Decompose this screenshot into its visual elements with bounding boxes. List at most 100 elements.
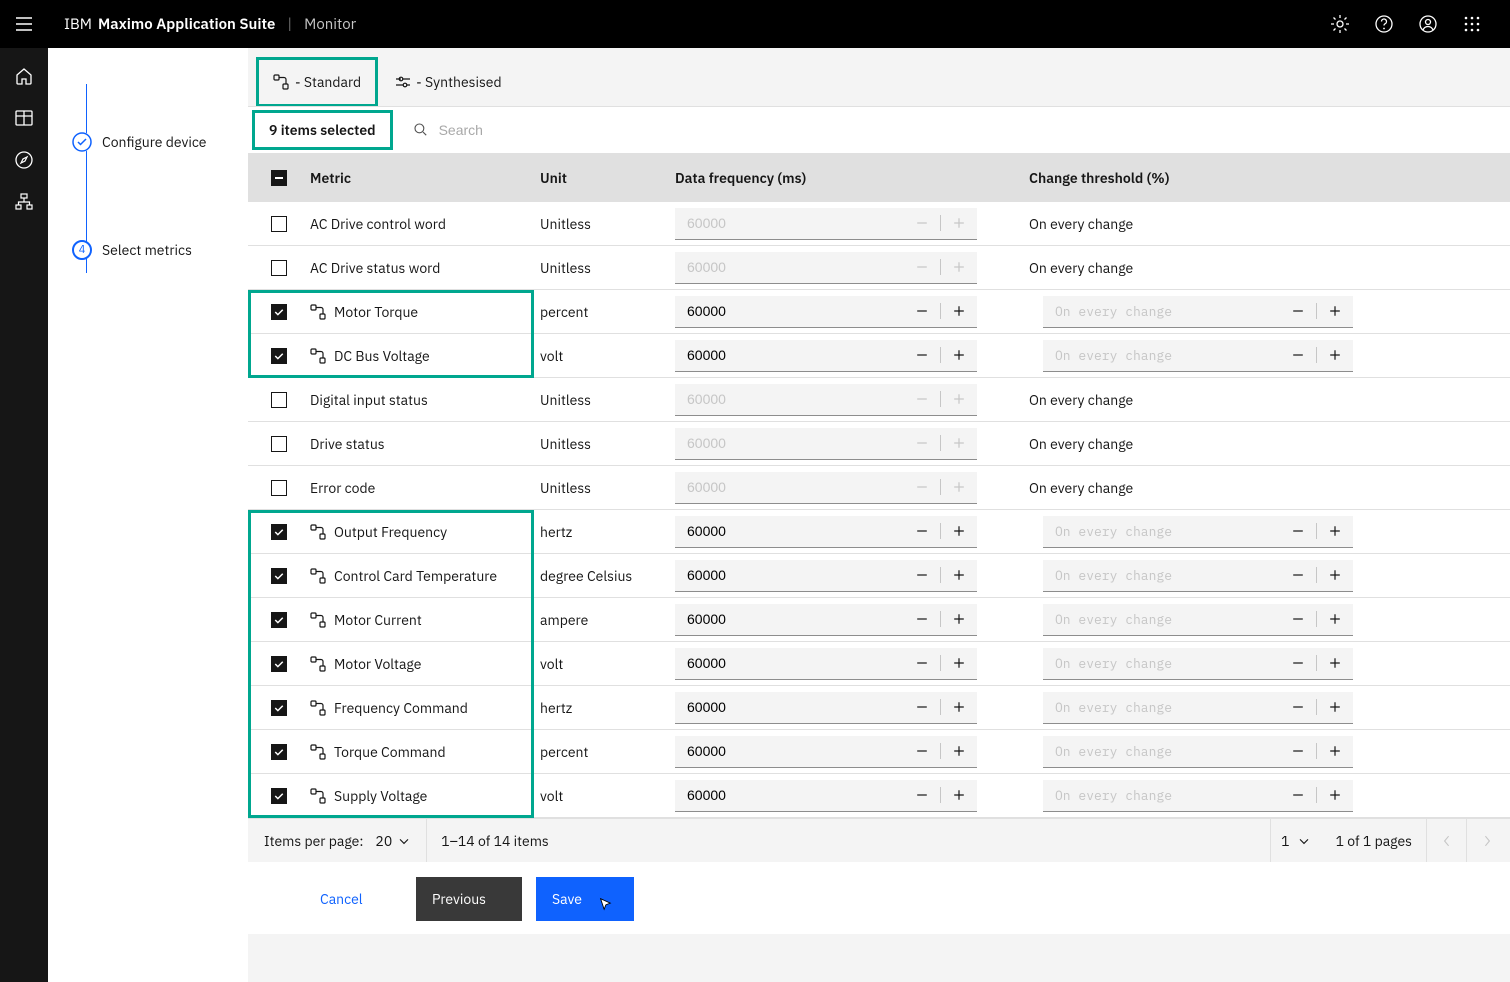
threshold-input[interactable] [1043,516,1280,547]
increment-button[interactable] [941,691,977,723]
row-checkbox[interactable] [271,304,287,320]
decrement-button[interactable] [1280,339,1316,371]
row-checkbox[interactable] [271,656,287,672]
menu-button[interactable] [0,0,48,48]
rail-home[interactable] [14,66,34,86]
frequency-input[interactable] [675,340,904,371]
select-all-checkbox[interactable] [271,170,287,186]
row-checkbox[interactable] [271,744,287,760]
frequency-input[interactable] [675,692,904,723]
increment-button[interactable] [941,559,977,591]
threshold-input[interactable] [1043,692,1280,723]
decrement-button[interactable] [904,559,940,591]
threshold-input[interactable] [1043,296,1280,327]
prev-page-button[interactable] [1426,819,1466,863]
page-number[interactable]: 1 [1281,832,1289,850]
decrement-button[interactable] [1280,647,1316,679]
threshold-input[interactable] [1043,736,1280,767]
increment-button[interactable] [941,647,977,679]
threshold-input[interactable] [1043,780,1280,811]
increment-button[interactable] [1317,691,1353,723]
row-checkbox[interactable] [271,788,287,804]
step-configure-device[interactable]: Configure device [72,132,236,152]
decrement-button[interactable] [904,515,940,547]
increment-button[interactable] [941,779,977,811]
next-page-button[interactable] [1466,819,1506,863]
minus-icon [914,611,930,627]
app-switcher-button[interactable] [1450,0,1494,48]
decrement-button[interactable] [1280,515,1316,547]
frequency-input[interactable] [675,516,904,547]
decrement-button[interactable] [904,603,940,635]
row-checkbox[interactable] [271,436,287,452]
step-select-metrics[interactable]: 4 Select metrics [72,240,236,260]
increment-button[interactable] [1317,515,1353,547]
increment-button[interactable] [1317,295,1353,327]
decrement-button[interactable] [904,735,940,767]
product-name: Monitor [304,15,356,34]
decrement-button[interactable] [1280,735,1316,767]
unit-value: Unitless [540,479,675,497]
tab-synthesised[interactable]: - Synthesised [382,62,513,102]
increment-button[interactable] [941,515,977,547]
decrement-button[interactable] [1280,779,1316,811]
increment-button[interactable] [941,339,977,371]
rail-explore[interactable] [14,150,34,170]
previous-button[interactable]: Previous [416,877,522,921]
increment-button[interactable] [1317,779,1353,811]
increment-button[interactable] [1317,559,1353,591]
frequency-input[interactable] [675,780,904,811]
col-metric[interactable]: Metric [310,169,540,187]
threshold-input[interactable] [1043,648,1280,679]
decrement-button[interactable] [904,691,940,723]
row-checkbox[interactable] [271,568,287,584]
row-checkbox[interactable] [271,260,287,276]
decrement-button[interactable] [904,295,940,327]
increment-button[interactable] [1317,339,1353,371]
col-unit[interactable]: Unit [540,169,675,187]
decrement-button[interactable] [904,647,940,679]
increment-button[interactable] [941,735,977,767]
increment-button[interactable] [1317,735,1353,767]
row-checkbox[interactable] [271,612,287,628]
row-checkbox[interactable] [271,480,287,496]
increment-button[interactable] [1317,647,1353,679]
rail-table[interactable] [14,108,34,128]
items-per-page-value[interactable]: 20 [375,832,392,850]
row-checkbox[interactable] [271,348,287,364]
save-button[interactable]: Save [536,877,634,921]
decrement-button[interactable] [1280,559,1316,591]
settings-button[interactable] [1318,0,1362,48]
cancel-button[interactable]: Cancel [304,877,402,921]
decrement-button[interactable] [1280,603,1316,635]
table-row: Output Frequencyhertz [248,510,1510,554]
increment-button[interactable] [1317,603,1353,635]
chevron-down-icon[interactable] [396,833,412,849]
frequency-input[interactable] [675,648,904,679]
increment-button[interactable] [941,295,977,327]
decrement-button[interactable] [1280,295,1316,327]
decrement-button[interactable] [1280,691,1316,723]
tab-standard[interactable]: - Standard [261,62,373,102]
rail-hierarchy[interactable] [14,192,34,212]
account-button[interactable] [1406,0,1450,48]
frequency-input[interactable] [675,736,904,767]
row-checkbox[interactable] [271,392,287,408]
threshold-input[interactable] [1043,560,1280,591]
col-thr[interactable]: Change threshold (%) [1015,169,1510,187]
threshold-input[interactable] [1043,340,1280,371]
decrement-button[interactable] [904,339,940,371]
row-checkbox[interactable] [271,524,287,540]
help-button[interactable] [1362,0,1406,48]
threshold-input[interactable] [1043,604,1280,635]
row-checkbox[interactable] [271,700,287,716]
increment-button[interactable] [941,603,977,635]
chevron-down-icon[interactable] [1296,833,1312,849]
frequency-input[interactable] [675,560,904,591]
decrement-button[interactable] [904,779,940,811]
col-freq[interactable]: Data frequency (ms) [675,169,1015,187]
row-checkbox[interactable] [271,216,287,232]
frequency-input[interactable] [675,296,904,327]
frequency-input[interactable] [675,604,904,635]
search-input[interactable] [439,122,739,138]
